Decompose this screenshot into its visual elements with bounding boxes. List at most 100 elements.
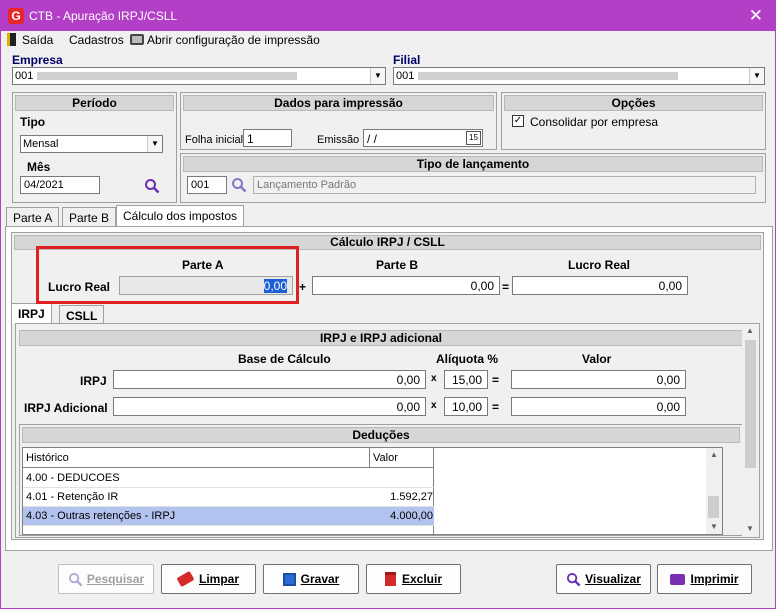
scroll-thumb[interactable]: [708, 496, 719, 518]
lucro-real-value-field[interactable]: 0,00: [512, 276, 688, 295]
exit-door-icon: [7, 33, 16, 46]
search-icon[interactable]: [231, 177, 247, 193]
irpj-adicional-aliquota-field[interactable]: 10,00: [444, 397, 488, 416]
emissao-input[interactable]: / / 15: [363, 129, 483, 147]
tab-parte-a[interactable]: Parte A: [6, 207, 60, 227]
folha-inicial-input[interactable]: 1: [243, 129, 292, 147]
row-historico: 4.01 - Retenção IR: [26, 491, 119, 503]
title-bar: G CTB - Apuração IRPJ/CSLL ✕: [1, 1, 775, 31]
emissao-label: Emissão: [317, 134, 360, 146]
parte-b-value-field[interactable]: 0,00: [312, 276, 500, 295]
pesquisar-label: Pesquisar: [86, 572, 145, 586]
tab-parte-b[interactable]: Parte B: [62, 207, 117, 227]
opcoes-title: Opções: [504, 95, 763, 111]
search-icon: [68, 572, 83, 586]
chevron-down-icon[interactable]: ▼: [370, 68, 385, 84]
aliquota-label: Alíquota %: [436, 352, 498, 366]
limpar-label: Limpar: [198, 572, 239, 586]
row-valor: 4.000,00: [390, 510, 433, 522]
scroll-thumb[interactable]: [745, 340, 756, 468]
empresa-label: Empresa: [12, 53, 63, 67]
tipo-lancamento-title: Tipo de lançamento: [183, 156, 763, 172]
subtab-csll[interactable]: CSLL: [59, 305, 105, 324]
menu-cadastros[interactable]: Cadastros: [69, 33, 124, 47]
printer-icon: [130, 34, 144, 45]
tipo-lancamento-group: Tipo de lançamento 001 Lançamento Padrão: [180, 153, 766, 203]
table-row[interactable]: 4.01 - Retenção IR 1.592,27: [23, 488, 434, 507]
irpj-panel-scrollbar[interactable]: ▲ ▼: [742, 324, 759, 537]
row-historico: 4.03 - Outras retenções - IRPJ: [26, 510, 176, 522]
emissao-value: / /: [367, 132, 378, 146]
deducoes-scrollbar[interactable]: ▲ ▼: [706, 448, 722, 534]
irpj-adicional-valor-field[interactable]: 0,00: [511, 397, 686, 416]
col-valor[interactable]: Valor: [373, 452, 398, 464]
tipo-select[interactable]: Mensal ▼: [20, 135, 163, 153]
empresa-select[interactable]: 001 ▼: [12, 67, 386, 85]
scroll-down-icon[interactable]: ▼: [710, 522, 718, 531]
irpj-valor-field[interactable]: 0,00: [511, 370, 686, 389]
filial-label: Filial: [393, 53, 421, 67]
deducoes-group: Deduções Histórico Valor 4.00 - DEDUCOES: [19, 424, 743, 536]
equals-operator: =: [502, 280, 510, 294]
irpj-aliquota-field[interactable]: 15,00: [444, 370, 488, 389]
app-logo-icon: G: [8, 8, 24, 24]
subtab-irpj[interactable]: IRPJ: [11, 303, 52, 324]
trash-icon: [384, 572, 396, 586]
menu-exit[interactable]: Saída: [22, 33, 53, 47]
scroll-up-icon[interactable]: ▲: [746, 326, 754, 335]
chevron-down-icon[interactable]: ▼: [749, 68, 764, 84]
scroll-up-icon[interactable]: ▲: [710, 450, 718, 459]
irpj-adicional-base-field[interactable]: 0,00: [113, 397, 426, 416]
scroll-down-icon[interactable]: ▼: [746, 524, 754, 533]
table-row[interactable]: 4.00 - DEDUCOES: [23, 469, 434, 488]
search-icon[interactable]: [144, 178, 160, 194]
search-icon: [567, 572, 581, 586]
pesquisar-button[interactable]: Pesquisar: [58, 564, 154, 594]
col-historico[interactable]: Histórico: [26, 452, 69, 464]
dados-impressao-title: Dados para impressão: [183, 95, 494, 111]
base-calculo-label: Base de Cálculo: [238, 352, 331, 366]
filial-code: 001: [396, 70, 415, 82]
chevron-down-icon[interactable]: ▼: [147, 136, 162, 152]
tipo-lancamento-description: Lançamento Padrão: [253, 176, 756, 194]
periodo-title: Período: [15, 95, 174, 111]
parte-b-label: Parte B: [376, 258, 419, 272]
irpj-row-label: IRPJ: [80, 374, 107, 388]
consolidar-label: Consolidar por empresa: [530, 115, 659, 129]
window-title: CTB - Apuração IRPJ/CSLL: [29, 9, 178, 23]
mes-label: Mês: [27, 160, 51, 174]
irpj-panel: IRPJ e IRPJ adicional Base de Cálculo Al…: [15, 323, 760, 538]
opcoes-group: Opções ✓ Consolidar por empresa: [501, 92, 766, 150]
table-row-selected[interactable]: 4.03 - Outras retenções - IRPJ 4.000,00: [23, 507, 434, 526]
gravar-button[interactable]: Gravar: [263, 564, 359, 594]
tipo-label: Tipo: [20, 115, 46, 129]
printer-icon: [670, 573, 686, 585]
irpj-title: IRPJ e IRPJ adicional: [19, 330, 743, 346]
filial-name-redacted: [418, 72, 679, 81]
lucro-real-col-label: Lucro Real: [568, 258, 631, 272]
row-historico: 4.00 - DEDUCOES: [26, 472, 120, 484]
equals-operator: =: [492, 400, 500, 414]
mes-input[interactable]: 04/2021: [20, 176, 100, 194]
times-operator: x: [431, 400, 437, 411]
menu-bar: Saída Cadastros Abrir configuração de im…: [1, 31, 775, 49]
consolidar-checkbox[interactable]: ✓: [512, 115, 524, 127]
visualizar-button[interactable]: Visualizar: [556, 564, 651, 594]
close-icon[interactable]: ✕: [749, 6, 763, 26]
tab-calculo-impostos[interactable]: Cálculo dos impostos: [116, 205, 245, 227]
periodo-group: Período Tipo Mensal ▼ Mês 04/2021: [12, 92, 177, 203]
limpar-button[interactable]: Limpar: [161, 564, 256, 594]
eraser-icon: [176, 570, 195, 588]
tipo-lancamento-code-input[interactable]: 001: [187, 176, 227, 194]
empresa-code: 001: [15, 70, 34, 82]
deducoes-grid: Histórico Valor 4.00 - DEDUCOES 4.01 - R…: [22, 447, 723, 536]
empresa-name-redacted: [37, 72, 298, 81]
filial-select[interactable]: 001 ▼: [393, 67, 765, 85]
irpj-base-field[interactable]: 0,00: [113, 370, 426, 389]
excluir-button[interactable]: Excluir: [366, 564, 461, 594]
calendar-icon[interactable]: 15: [466, 131, 481, 145]
gravar-label: Gravar: [300, 572, 340, 586]
imprimir-button[interactable]: Imprimir: [657, 564, 752, 594]
menu-print-config[interactable]: Abrir configuração de impressão: [147, 33, 320, 47]
equals-operator: =: [492, 373, 500, 387]
